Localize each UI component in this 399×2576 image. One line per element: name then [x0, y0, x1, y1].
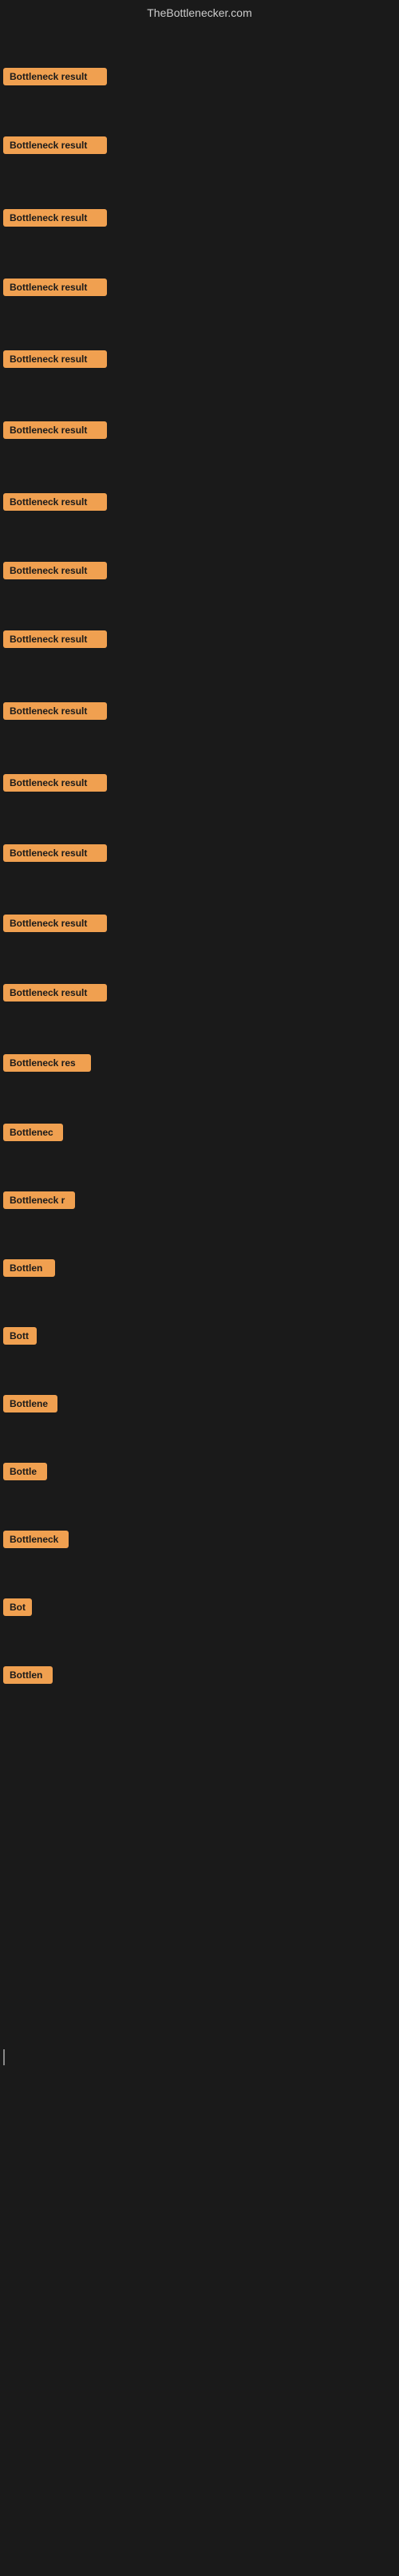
bottleneck-result-button[interactable]: Bottlenec — [3, 1124, 63, 1141]
site-title: TheBottlenecker.com — [147, 6, 252, 19]
bottleneck-result-button[interactable]: Bottleneck result — [3, 915, 107, 932]
result-row[interactable]: Bottleneck result — [0, 630, 399, 652]
result-row[interactable]: Bottleneck — [0, 1531, 399, 1552]
result-row[interactable]: Bottleneck res — [0, 1054, 399, 1076]
bottleneck-result-button[interactable]: Bottleneck result — [3, 984, 107, 1002]
result-row[interactable]: Bottleneck result — [0, 844, 399, 866]
bottleneck-result-button[interactable]: Bottlene — [3, 1395, 57, 1412]
text-cursor — [3, 2049, 5, 2065]
result-row[interactable]: Bottleneck result — [0, 136, 399, 158]
bottleneck-result-button[interactable]: Bottleneck result — [3, 774, 107, 792]
result-row[interactable]: Bottleneck result — [0, 421, 399, 443]
result-row[interactable]: Bottleneck result — [0, 984, 399, 1006]
bottleneck-result-button[interactable]: Bottleneck result — [3, 68, 107, 85]
results-container: Bottleneck result Bottleneck result Bottle… — [0, 22, 399, 2576]
bottleneck-result-button[interactable]: Bott — [3, 1327, 37, 1345]
result-row[interactable]: Bottle — [0, 1463, 399, 1484]
bottleneck-result-button[interactable]: Bottlen — [3, 1666, 53, 1684]
result-row[interactable]: Bott — [0, 1327, 399, 1349]
bottleneck-result-button[interactable]: Bottleneck r — [3, 1191, 75, 1209]
site-header: TheBottlenecker.com — [0, 0, 399, 22]
bottleneck-result-button[interactable]: Bottleneck result — [3, 493, 107, 511]
bottleneck-result-button[interactable]: Bottleneck result — [3, 421, 107, 439]
bottleneck-result-button[interactable]: Bottleneck result — [3, 136, 107, 154]
bottleneck-result-button[interactable]: Bottleneck result — [3, 702, 107, 720]
result-row[interactable]: Bottleneck result — [0, 562, 399, 583]
result-row[interactable]: Bottlene — [0, 1395, 399, 1416]
result-row[interactable]: Bottleneck r — [0, 1191, 399, 1213]
bottleneck-result-button[interactable]: Bot — [3, 1598, 32, 1616]
result-row[interactable]: Bottleneck result — [0, 350, 399, 372]
result-row[interactable]: Bottleneck result — [0, 915, 399, 936]
result-row[interactable]: Bottleneck result — [0, 493, 399, 515]
bottleneck-result-button[interactable]: Bottleneck result — [3, 350, 107, 368]
bottleneck-result-button[interactable]: Bottleneck result — [3, 209, 107, 227]
bottleneck-result-button[interactable]: Bottleneck result — [3, 562, 107, 579]
bottleneck-result-button[interactable]: Bottle — [3, 1463, 47, 1480]
bottleneck-result-button[interactable]: Bottleneck result — [3, 630, 107, 648]
result-row[interactable]: Bottlenec — [0, 1124, 399, 1145]
result-row[interactable]: Bottleneck result — [0, 68, 399, 89]
bottleneck-result-button[interactable]: Bottleneck result — [3, 279, 107, 296]
result-row[interactable]: Bottlen — [0, 1259, 399, 1281]
bottleneck-result-button[interactable]: Bottleneck — [3, 1531, 69, 1548]
result-row[interactable]: Bottlen — [0, 1666, 399, 1688]
bottleneck-result-button[interactable]: Bottlen — [3, 1259, 55, 1277]
result-row[interactable]: Bottleneck result — [0, 702, 399, 724]
result-row[interactable]: Bottleneck result — [0, 279, 399, 300]
result-row[interactable]: Bottleneck result — [0, 774, 399, 796]
bottleneck-result-button[interactable]: Bottleneck result — [3, 844, 107, 862]
result-row[interactable]: Bot — [0, 1598, 399, 1620]
bottleneck-result-button[interactable]: Bottleneck res — [3, 1054, 91, 1072]
result-row[interactable]: Bottleneck result — [0, 209, 399, 231]
